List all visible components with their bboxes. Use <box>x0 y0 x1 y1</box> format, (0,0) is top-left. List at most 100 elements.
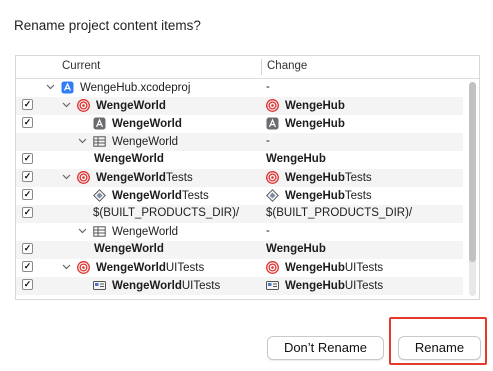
change-cell: - <box>266 81 270 93</box>
current-cell: WengeWorld <box>62 99 166 112</box>
table-icon <box>93 135 106 148</box>
app-icon <box>93 117 106 130</box>
change-name: WengeHub <box>285 117 345 130</box>
table-row[interactable]: ✓ WengeWorld WengeHub <box>16 241 463 259</box>
current-name: WengeWorld <box>112 135 179 148</box>
current-name: WengeWorld <box>96 99 166 112</box>
table-row[interactable]: ✓ WengeWorld UITests WengeHub UITests <box>16 259 463 277</box>
row-checkbox[interactable]: ✓ <box>22 153 33 164</box>
column-divider[interactable] <box>261 59 262 75</box>
ui-test-bundle-icon <box>93 279 106 292</box>
change-name: WengeHub <box>266 243 326 255</box>
current-suffix: Tests <box>165 171 193 184</box>
disclosure-chevron-icon[interactable] <box>62 100 72 111</box>
current-name: WengeWorld <box>112 225 179 238</box>
change-name: - <box>266 225 270 237</box>
change-suffix: Tests <box>344 171 372 184</box>
current-name: WengeWorld <box>112 117 182 130</box>
row-checkbox[interactable]: ✓ <box>22 243 33 254</box>
table-row[interactable]: ✓ WengeWorld WengeHub <box>16 97 463 115</box>
current-cell: WengeWorld Tests <box>78 189 209 202</box>
current-name: $(BUILT_PRODUCTS_DIR)/ <box>93 207 240 219</box>
row-checkbox[interactable]: ✓ <box>22 189 33 200</box>
highlight-box <box>389 317 487 365</box>
target-icon <box>266 171 279 184</box>
current-cell: WengeWorld <box>78 117 182 130</box>
change-name: WengeHub <box>266 153 326 165</box>
current-cell: WengeWorld UITests <box>62 261 204 274</box>
disclosure-chevron-icon[interactable] <box>62 262 72 273</box>
table-row[interactable]: ✓ WengeWorld Tests WengeHub Tests <box>16 169 463 187</box>
column-header-change[interactable]: Change <box>267 60 307 72</box>
table-header: Current Change <box>16 56 479 79</box>
change-name: WengeHub <box>285 261 345 274</box>
current-cell: WengeWorld <box>94 243 164 255</box>
table-row[interactable]: ✓ $(BUILT_PRODUCTS_DIR)/ $(BUILT_PRODUCTS_… <box>16 205 463 223</box>
current-suffix: UITests <box>165 261 205 274</box>
vertical-scrollbar[interactable] <box>469 82 476 296</box>
test-bundle-icon <box>93 189 106 202</box>
table-body: WengeHub.xcodeproj - ✓ WengeWorld WengeHub ✓ W… <box>16 79 463 295</box>
change-name: WengeHub <box>285 99 345 112</box>
change-cell: WengeHub <box>266 99 345 112</box>
current-cell: WengeHub.xcodeproj <box>46 81 190 94</box>
row-checkbox[interactable]: ✓ <box>22 261 33 272</box>
current-name: WengeHub.xcodeproj <box>80 81 191 94</box>
change-suffix: Tests <box>344 189 372 202</box>
change-cell: WengeHub <box>266 243 326 255</box>
table-row[interactable]: WengeHub.xcodeproj - <box>16 79 463 97</box>
change-cell: WengeHub Tests <box>266 171 372 184</box>
current-name: WengeWorld <box>94 153 164 165</box>
change-name: - <box>266 81 270 93</box>
row-checkbox[interactable]: ✓ <box>22 207 33 218</box>
table-row[interactable]: WengeWorld - <box>16 223 463 241</box>
change-cell: $(BUILT_PRODUCTS_DIR)/ <box>266 207 412 219</box>
table-icon <box>93 225 106 238</box>
current-suffix: Tests <box>181 189 209 202</box>
disclosure-chevron-icon[interactable] <box>46 82 56 93</box>
current-name: WengeWorld <box>112 189 182 202</box>
scrollbar-thumb[interactable] <box>469 82 476 262</box>
column-header-current[interactable]: Current <box>62 60 100 72</box>
table-row[interactable]: ✓ WengeWorld WengeHub <box>16 151 463 169</box>
row-checkbox[interactable]: ✓ <box>22 279 33 290</box>
change-cell: - <box>266 225 270 237</box>
xcodeproj-icon <box>61 81 74 94</box>
disclosure-chevron-icon[interactable] <box>78 136 88 147</box>
dont-rename-button[interactable]: Don’t Rename <box>267 336 384 360</box>
row-checkbox[interactable]: ✓ <box>22 117 33 128</box>
table-row[interactable]: ✓ WengeWorld Tests WengeHub Tests <box>16 187 463 205</box>
current-name: WengeWorld <box>96 261 166 274</box>
row-checkbox[interactable]: ✓ <box>22 171 33 182</box>
change-suffix: UITests <box>344 261 384 274</box>
change-name: - <box>266 135 270 147</box>
change-cell: WengeHub UITests <box>266 279 383 292</box>
row-checkbox[interactable]: ✓ <box>22 99 33 110</box>
change-name: WengeHub <box>285 189 345 202</box>
table-row[interactable]: ✓ WengeWorld WengeHub <box>16 115 463 133</box>
current-name: WengeWorld <box>94 243 164 255</box>
disclosure-chevron-icon[interactable] <box>62 172 72 183</box>
target-icon <box>266 99 279 112</box>
current-cell: WengeWorld <box>78 135 178 148</box>
change-suffix: UITests <box>344 279 384 292</box>
test-bundle-icon <box>266 189 279 202</box>
current-cell: $(BUILT_PRODUCTS_DIR)/ <box>78 207 239 219</box>
app-icon <box>266 117 279 130</box>
current-suffix: UITests <box>181 279 221 292</box>
ui-test-bundle-icon <box>266 279 279 292</box>
target-icon <box>77 171 90 184</box>
disclosure-chevron-icon[interactable] <box>78 226 88 237</box>
table-row[interactable]: ✓ WengeWorld UITests WengeHub UITests <box>16 277 463 295</box>
current-cell: WengeWorld UITests <box>78 279 220 292</box>
change-cell: WengeHub Tests <box>266 189 372 202</box>
table-row[interactable]: WengeWorld - <box>16 133 463 151</box>
target-icon <box>266 261 279 274</box>
current-cell: WengeWorld <box>78 225 178 238</box>
change-cell: - <box>266 135 270 147</box>
change-name: WengeHub <box>285 279 345 292</box>
target-icon <box>77 99 90 112</box>
change-cell: WengeHub UITests <box>266 261 383 274</box>
rename-items-table: Current Change WengeHub.xcodeproj - ✓ Wenge… <box>15 55 480 300</box>
change-name: WengeHub <box>285 171 345 184</box>
